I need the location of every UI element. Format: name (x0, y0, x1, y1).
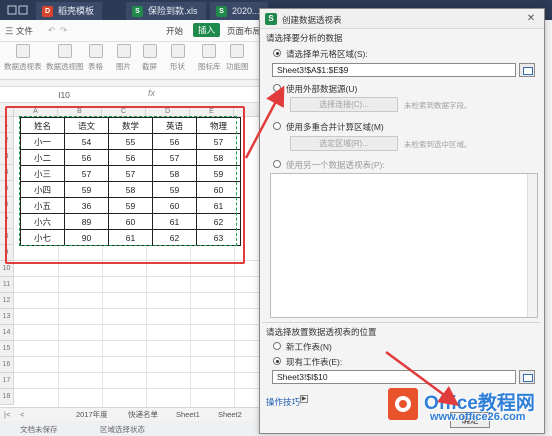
row-header[interactable]: 14 (0, 325, 14, 341)
opt-existing-sheet-label: 现有工作表(E): (286, 357, 343, 367)
row-header[interactable]: 18 (0, 389, 14, 405)
gridline (14, 356, 260, 357)
scissors-icon (142, 44, 157, 58)
pivot-table-button[interactable]: 数据透视表 (4, 44, 42, 72)
pivot-table-icon (15, 44, 30, 58)
function-chart-icon (230, 44, 245, 58)
tab-label: 稻壳模板 (58, 6, 95, 16)
range-picker-button[interactable] (519, 63, 535, 77)
destination-input[interactable]: Sheet3!$I$10 (272, 370, 516, 384)
dialog-divider (262, 322, 540, 323)
radio-new-sheet[interactable] (273, 342, 281, 350)
section-source-label: 请选择要分析的数据 (266, 33, 343, 43)
name-box[interactable]: I10 (20, 89, 108, 101)
shape-button[interactable]: 形状 (170, 44, 185, 72)
gridline (14, 388, 260, 389)
row-header[interactable]: 15 (0, 341, 14, 357)
choose-connection-button[interactable]: 选择连接(C)... (290, 97, 398, 112)
tab-label: 保险到款.xls (148, 6, 198, 16)
function-chart-button[interactable]: 功能图 (226, 44, 249, 72)
dialog-title: 创建数据透视表 (282, 15, 342, 25)
pivot-list[interactable] (270, 173, 538, 318)
sheet-tab[interactable]: 快递名单 (128, 409, 158, 421)
icon-library-icon (202, 44, 217, 58)
opt-external-label: 使用外部数据源(U) (286, 84, 358, 94)
hint-no-fields: 未检索到数据字段。 (404, 101, 472, 110)
opt-new-sheet-label: 新工作表(N) (286, 342, 332, 352)
docer-icon: D (42, 6, 53, 17)
hint-no-area: 未检索到选中区域。 (404, 140, 472, 149)
menu-page-layout[interactable]: 页面布局 (227, 25, 261, 37)
screenshot-button[interactable]: 截屏 (142, 44, 157, 72)
row-header[interactable]: 17 (0, 373, 14, 389)
sheet-tab[interactable]: Sheet1 (176, 409, 200, 421)
opt-other-pivot-label: 使用另一个数据透视表(P): (286, 160, 385, 170)
icon-library-button[interactable]: 图标库 (198, 44, 221, 72)
pivot-chart-button[interactable]: 数据透视图 (46, 44, 84, 72)
office-watermark: Office教程网 www.office26.com (388, 384, 548, 430)
fx-icon[interactable]: fx (148, 88, 155, 98)
tab-template[interactable]: D 稻壳模板 (36, 2, 103, 20)
row-header[interactable]: 13 (0, 309, 14, 325)
gridline (14, 308, 260, 309)
radio-external[interactable] (273, 84, 281, 92)
table-icon (88, 44, 103, 58)
destination-picker-button[interactable] (519, 370, 535, 384)
picture-icon (116, 44, 131, 58)
gridline (14, 340, 260, 341)
redo-icon[interactable]: ↷ (60, 25, 67, 36)
list-scrollbar[interactable] (527, 174, 537, 317)
first-sheet-icon[interactable]: |< (4, 409, 10, 421)
spreadsheet-icon: S (132, 6, 143, 17)
row-header[interactable]: 11 (0, 277, 14, 293)
gridline (14, 372, 260, 373)
pivot-chart-icon (57, 44, 72, 58)
tab-insurance-file[interactable]: S 保险到款.xls (126, 2, 206, 20)
radio-existing-sheet[interactable] (273, 357, 281, 365)
table-button[interactable]: 表格 (88, 44, 103, 72)
gridline (14, 292, 260, 293)
tab-label: 2020... (232, 6, 260, 16)
menu-bar: 三 文件 ↶ ↷ 开始 插入 页面布局 (0, 20, 261, 42)
tips-link[interactable]: 操作技巧 (266, 396, 300, 408)
picture-button[interactable]: 图片 (116, 44, 131, 72)
choose-area-button[interactable]: 选定区域(R)... (290, 136, 398, 151)
dialog-titlebar[interactable]: S 创建数据透视表 ✕ (260, 9, 544, 29)
row-header[interactable]: 12 (0, 293, 14, 309)
close-icon[interactable]: ✕ (524, 12, 538, 26)
prev-sheet-icon[interactable]: < (20, 409, 24, 421)
ribbon-insert: 数据透视表 数据透视图 表格 图片 截屏 形状 图标库 功能图 (0, 42, 260, 80)
status-bar: 文档未保存 区域选择状态 (0, 421, 260, 436)
section-destination-label: 请选择放置数据透视表的位置 (266, 327, 377, 337)
doc-status: 文档未保存 (20, 425, 58, 434)
menu-file[interactable]: 三 文件 (5, 25, 33, 37)
radio-cell-range[interactable] (273, 49, 281, 57)
gridline (14, 324, 260, 325)
home-icon[interactable] (6, 4, 30, 16)
sheet-tab[interactable]: Sheet2 (218, 409, 242, 421)
radio-multi-range[interactable] (273, 122, 281, 130)
menu-insert[interactable]: 插入 (193, 23, 221, 37)
gridline (14, 276, 260, 277)
play-icon[interactable]: ▶ (300, 395, 308, 403)
highlight-box-table (5, 106, 245, 264)
wps-s-icon: S (265, 13, 277, 25)
row-header[interactable]: 16 (0, 357, 14, 373)
sheet-tab[interactable]: 2017年度 (76, 409, 108, 421)
opt-cell-range-label: 请选择单元格区域(S): (286, 49, 368, 59)
shape-icon (170, 44, 185, 58)
sheet-tab-bar: |< < 2017年度 快递名单 Sheet1 Sheet2 (0, 407, 260, 421)
formula-bar: I10 fx (0, 86, 260, 103)
radio-other-pivot[interactable] (273, 160, 281, 168)
range-input[interactable]: Sheet3!$A$1:$E$9 (272, 63, 516, 77)
opt-multi-range-label: 使用多重合并计算区域(M) (286, 122, 384, 132)
office-logo-icon (388, 388, 418, 420)
selection-mode: 区域选择状态 (100, 425, 145, 434)
undo-icon[interactable]: ↶ (48, 25, 55, 36)
menu-start[interactable]: 开始 (166, 25, 183, 37)
watermark-url: www.office26.com (430, 411, 526, 423)
spreadsheet-icon: S (216, 6, 227, 17)
